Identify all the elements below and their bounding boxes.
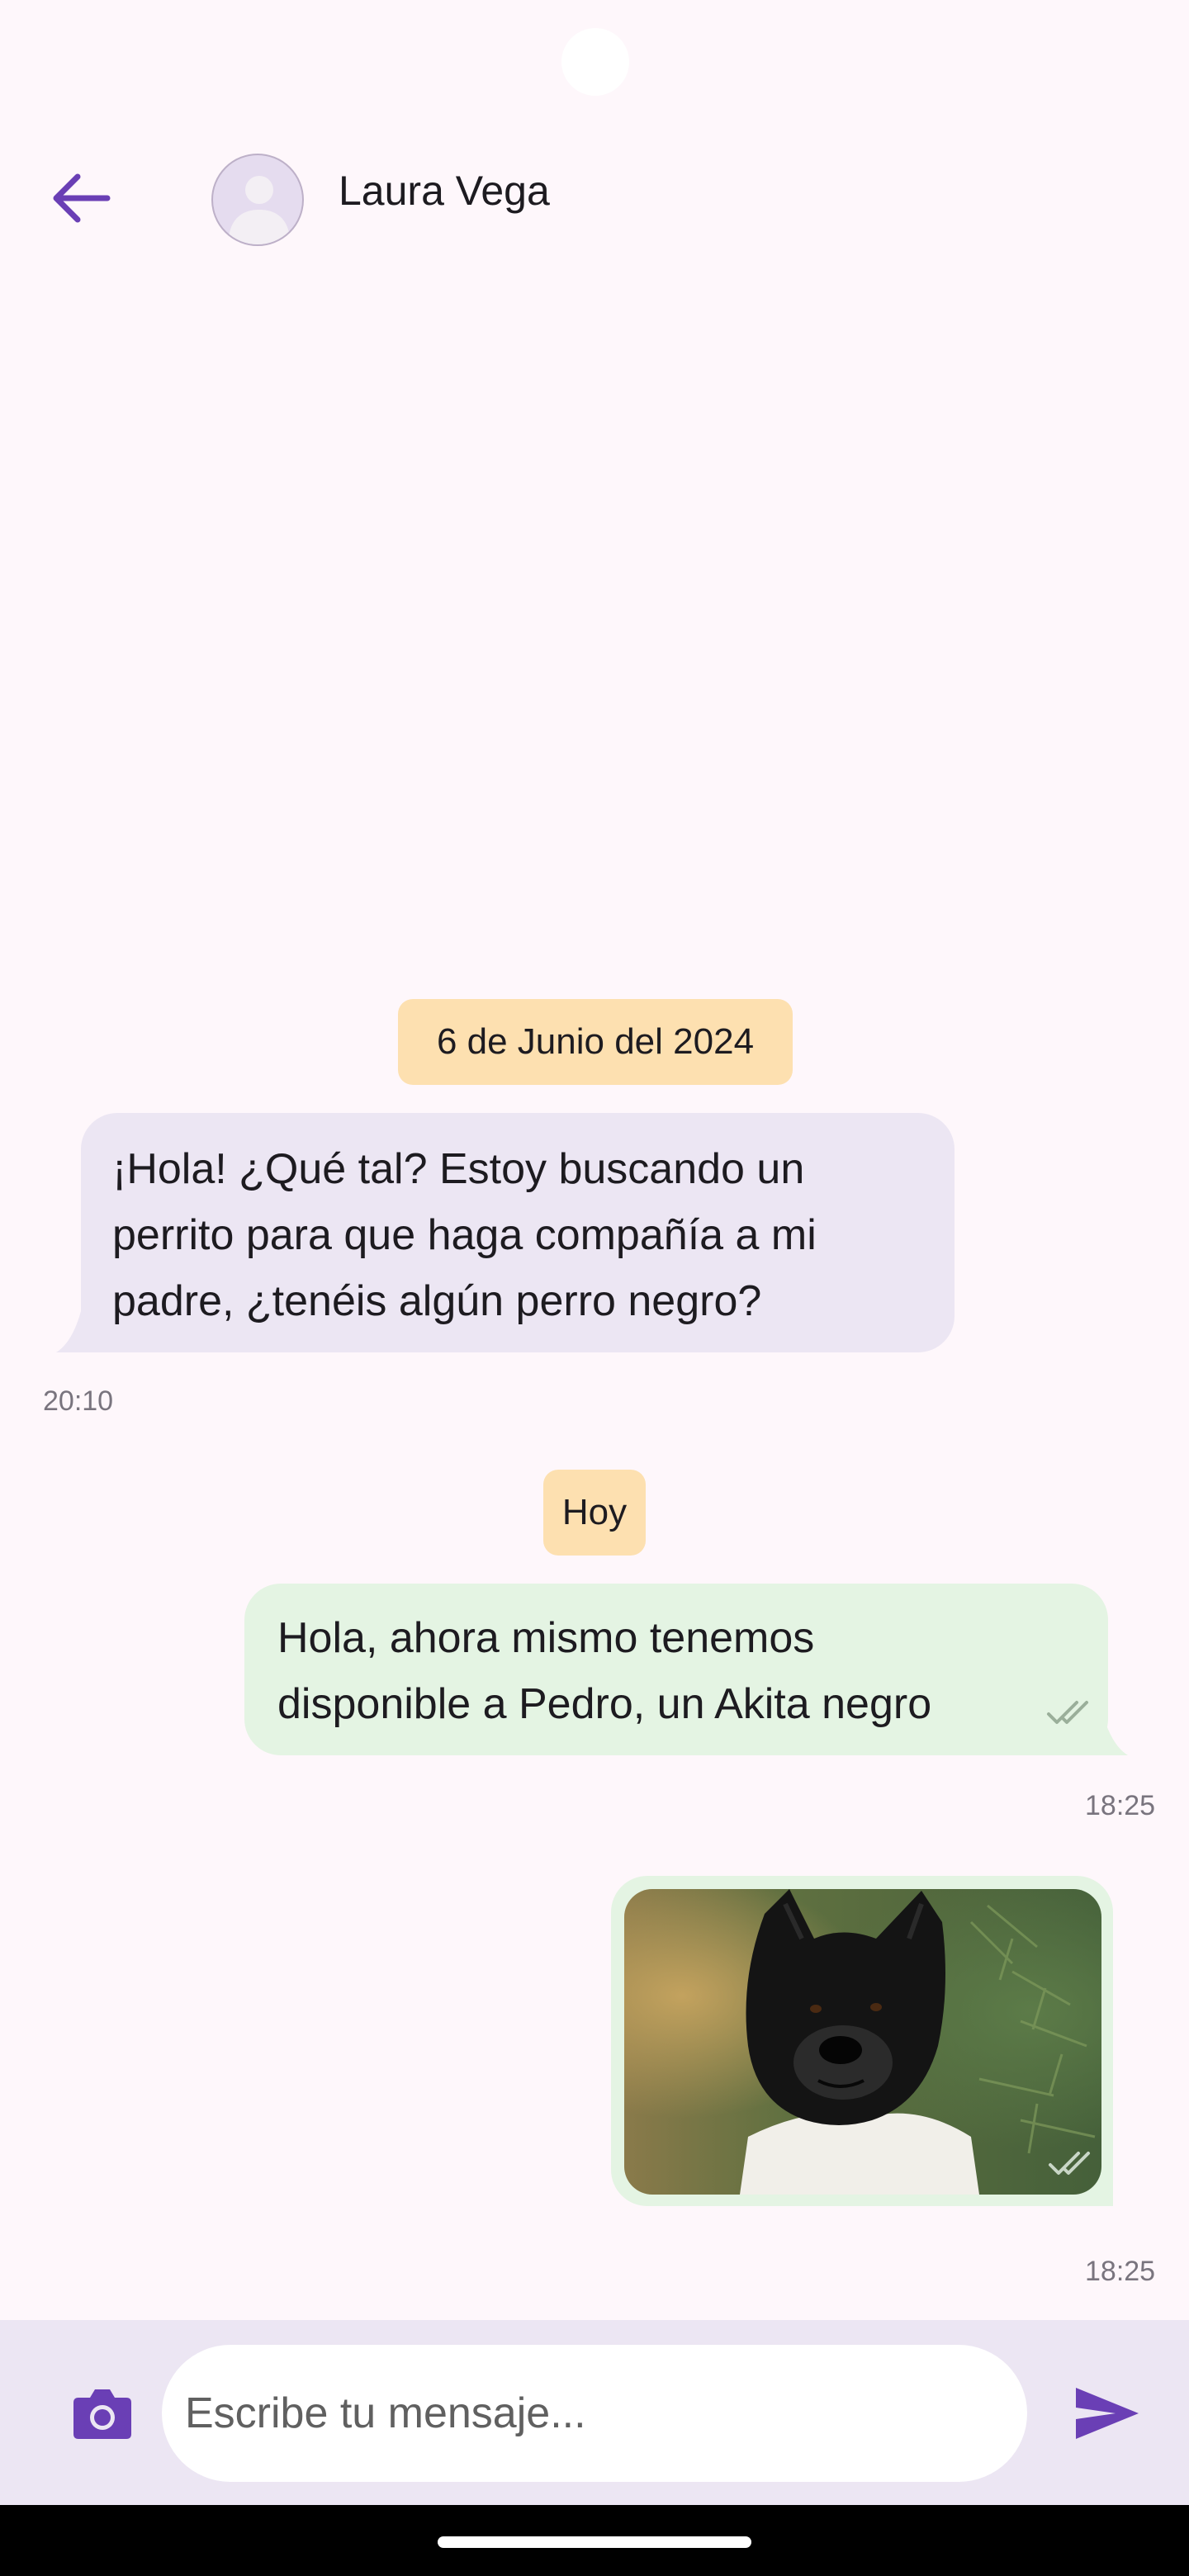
message-composer: [0, 2320, 1189, 2505]
chat-screen: Laura Vega 6 de Junio del 2024 ¡Hola! ¿Q…: [0, 0, 1189, 2576]
back-button[interactable]: [40, 159, 119, 238]
message-text-line: perrito para que haga compañía a mi: [112, 1211, 817, 1259]
arrow-back-icon: [53, 173, 111, 223]
avatar[interactable]: [211, 154, 304, 246]
camera-icon: [73, 2389, 131, 2439]
date-chip: Hoy: [543, 1470, 646, 1556]
message-text-line: Hola, ahora mismo tenemos: [277, 1614, 815, 1662]
send-button[interactable]: [1070, 2378, 1144, 2449]
date-chip: 6 de Junio del 2024: [398, 999, 793, 1085]
incoming-message-bubble[interactable]: ¡Hola! ¿Qué tal? Estoy buscando un perri…: [81, 1113, 955, 1352]
message-text-line: ¡Hola! ¿Qué tal? Estoy buscando un: [112, 1145, 805, 1193]
home-gesture-handle[interactable]: [438, 2536, 751, 2548]
double-check-icon: [1047, 1701, 1088, 1724]
message-text-line: disponible a Pedro, un Akita negro: [277, 1680, 932, 1728]
message-timestamp: 20:10: [43, 1385, 114, 1417]
double-check-icon: [1049, 2152, 1090, 2175]
send-icon: [1076, 2388, 1139, 2439]
outgoing-image-bubble[interactable]: [611, 1876, 1113, 2206]
person-placeholder-icon: [228, 176, 291, 244]
system-navigation-bar: [0, 2505, 1189, 2576]
message-text-line: padre, ¿tenéis algún perro negro?: [112, 1277, 762, 1325]
chat-header: Laura Vega: [0, 124, 1189, 264]
message-timestamp: 18:25: [1085, 1790, 1156, 1821]
message-timestamp: 18:25: [1085, 2256, 1156, 2287]
dog-photo[interactable]: [624, 1889, 1101, 2195]
camera-button[interactable]: [63, 2378, 142, 2449]
outgoing-message-bubble[interactable]: Hola, ahora mismo tenemos disponible a P…: [244, 1584, 1108, 1755]
contact-name[interactable]: Laura Vega: [339, 167, 550, 215]
status-bar: [0, 0, 1189, 124]
camera-cutout: [561, 28, 629, 96]
message-input[interactable]: [162, 2345, 1027, 2482]
